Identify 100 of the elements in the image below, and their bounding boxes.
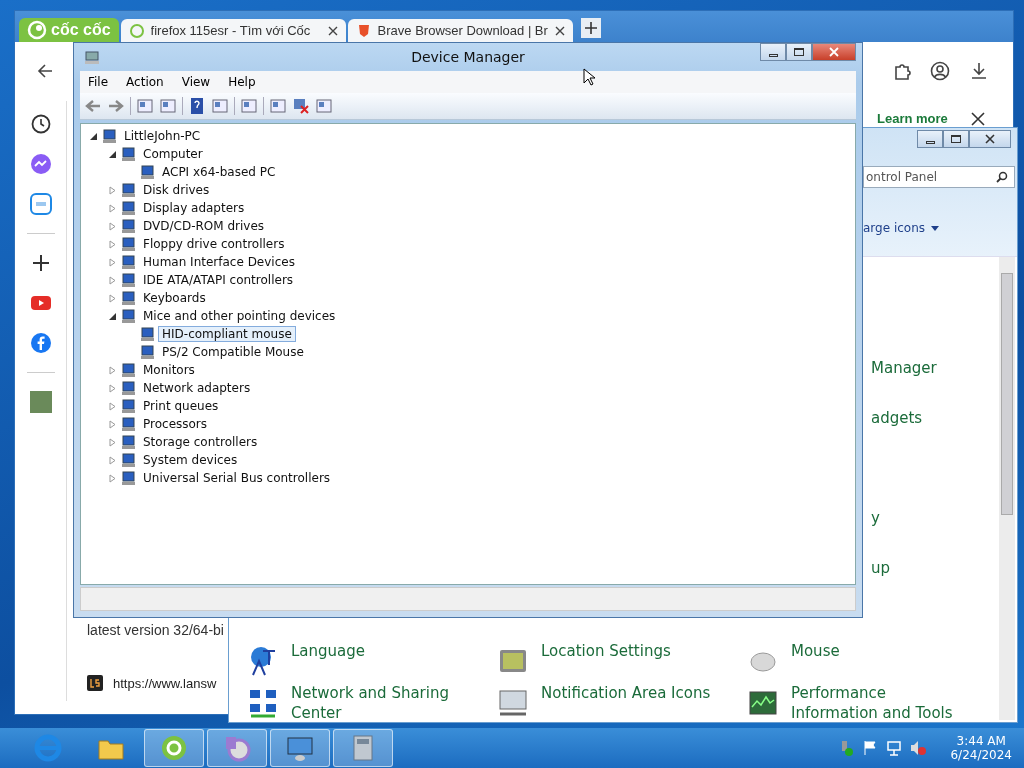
photo-placeholder[interactable] [29,391,52,413]
device-icon [120,416,136,432]
tree-item[interactable]: ACPI x64-based PC [158,164,280,180]
toolbar-icon[interactable] [240,97,258,115]
tree-item[interactable]: IDE ATA/ATAPI controllers [139,272,298,288]
site-favicon-icon [87,675,103,691]
clock[interactable]: 3:44 AM 6/24/2024 [950,734,1012,762]
control-panel-link[interactable]: Location Settings [541,641,671,661]
toolbar-icon[interactable] [315,97,333,115]
control-panel-link[interactable]: Manager [871,359,937,377]
control-panel-link[interactable]: Network and Sharing Center [291,683,471,723]
speaker-muted-icon[interactable] [910,740,927,756]
device-icon [120,398,136,414]
caret-icon [931,225,940,231]
tree-item[interactable]: Mice and other pointing devices [139,308,340,324]
control-panel-link[interactable]: up [871,559,891,577]
toolbar-icon[interactable] [136,97,154,115]
expander-icon[interactable] [108,311,117,321]
taskbar-app-button[interactable] [144,729,204,767]
tree-item[interactable]: Display adapters [139,200,249,216]
tree-item[interactable]: Human Interface Devices [139,254,299,270]
back-arrow-icon[interactable] [37,63,53,79]
result-url[interactable]: https://www.lansw [113,675,217,691]
tree-item[interactable]: Print queues [139,398,223,414]
download-icon[interactable] [969,61,989,81]
close-icon [985,134,995,144]
control-panel-link[interactable]: Mouse [791,641,840,661]
control-panel-link[interactable]: Language [291,641,366,661]
tree-item[interactable]: Keyboards [139,290,210,306]
taskbar-app-button[interactable] [270,729,330,767]
device-icon [120,470,136,486]
menu-item[interactable]: Help [220,75,264,89]
toolbar-icon[interactable] [159,97,177,115]
maximize-button[interactable] [786,43,812,61]
page-text: latest version 32/64-bi [87,622,224,638]
maximize-button[interactable] [943,130,969,148]
tree-item[interactable]: Floppy drive controllers [139,236,289,252]
device-icon [101,128,117,144]
close-button[interactable] [969,130,1011,148]
taskbar-app-button[interactable] [333,729,393,767]
control-panel-link[interactable]: adgets [871,409,923,427]
tree-item[interactable]: PS/2 Compatible Mouse [158,344,308,360]
control-panel-link[interactable]: Notification Area Icons [541,683,711,703]
search-icon [996,171,1008,183]
toolbar-icon[interactable] [269,97,287,115]
tree-item[interactable]: Disk drives [139,182,214,198]
tree-item[interactable]: Network adapters [139,380,255,396]
tree-item[interactable]: Computer [139,146,207,162]
scrollbar-thumb[interactable] [1001,273,1013,515]
tree-item[interactable]: System devices [139,452,242,468]
device-icon [120,182,136,198]
social-icon[interactable] [29,332,52,354]
taskbar-app-button[interactable] [207,729,267,767]
flag-icon[interactable] [862,740,879,756]
network-icon[interactable] [886,740,903,756]
browser-e-icon [33,733,63,763]
help-icon[interactable] [188,97,206,115]
minimize-button[interactable] [760,43,786,61]
forward-arrow-icon[interactable] [107,97,125,115]
control-panel-link[interactable]: y [871,509,880,527]
plus-icon[interactable] [580,18,601,38]
tree-item[interactable]: HID-compliant mouse [158,326,296,342]
device-icon [120,308,136,324]
tree-item[interactable]: Processors [139,416,212,432]
device-icon [120,452,136,468]
device-icon [120,272,136,288]
notification-icon [497,687,529,719]
view-by-dropdown[interactable]: arge icons [863,221,940,235]
cross-icon[interactable] [292,97,310,115]
puzzle-icon[interactable] [892,61,912,81]
profile-icon[interactable] [930,61,950,81]
tree-item[interactable]: LittleJohn-PC [120,128,205,144]
close-icon[interactable] [327,25,338,36]
device-icon [120,380,136,396]
tree-item[interactable]: Monitors [139,362,199,378]
expander-icon[interactable] [108,149,117,159]
close-icon[interactable] [554,25,565,36]
tree-item[interactable]: DVD/CD-ROM drives [139,218,269,234]
close-icon[interactable] [971,112,985,126]
scrollbar[interactable] [999,257,1015,720]
tree-item[interactable]: Universal Serial Bus controllers [139,470,335,486]
device-icon [120,200,136,216]
toolbar-icon[interactable] [211,97,229,115]
chat-app-icon[interactable] [29,193,52,215]
tree-item[interactable]: Storage controllers [139,434,262,450]
browser-tab[interactable]: firefox 115esr - Tìm với Cốc [120,19,346,42]
menu-item[interactable]: File [80,75,117,89]
history-icon[interactable] [29,113,52,135]
control-panel-link[interactable]: Performance Information and Tools [791,683,971,723]
expander-icon[interactable] [89,131,98,141]
menu-item[interactable]: Action [118,75,172,89]
device-icon [120,290,136,306]
learn-more-link[interactable]: Learn more [877,111,948,126]
chat-bubble-icon[interactable] [29,153,52,175]
browser-tab[interactable]: Brave Browser Download | Br [347,19,573,42]
close-button[interactable] [812,43,856,61]
device-icon [120,236,136,252]
menu-item[interactable]: View [173,75,219,89]
minimize-button[interactable] [917,130,943,148]
search-field[interactable]: ontrol Panel [863,166,1015,188]
